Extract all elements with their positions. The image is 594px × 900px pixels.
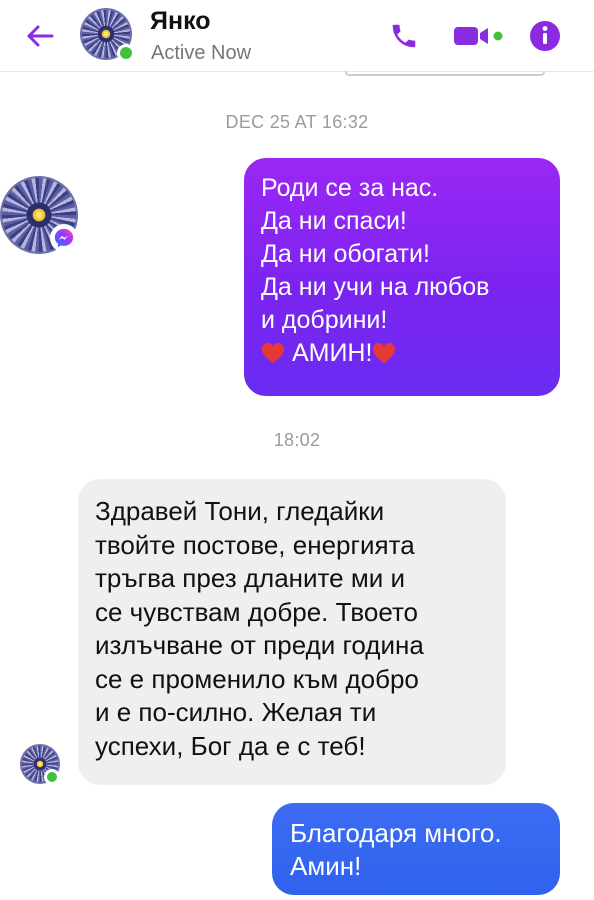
message-line: тръгва през дланите ми и	[95, 563, 406, 593]
message-line: се чувствам добре. Твоето	[95, 596, 419, 627]
messenger-chat-screen: Янко Active Now DEC 25 AT 16:32 Роди се …	[0, 0, 594, 900]
heart-icon	[372, 342, 396, 364]
sent-message-bubble[interactable]: Благодаря много. Амин!	[272, 803, 560, 895]
contact-status: Active Now	[151, 42, 252, 64]
scrolled-message-edge	[345, 71, 545, 76]
info-button[interactable]	[525, 16, 565, 56]
online-indicator	[44, 769, 60, 785]
received-message-bubble[interactable]: Здравей Тони, гледайки твойте постове, е…	[78, 479, 506, 785]
message-line: Да ни спаси!	[261, 207, 407, 235]
message-line: Благодаря много.	[290, 818, 502, 848]
online-indicator	[117, 44, 135, 62]
message-timestamp: DEC 25 AT 16:32	[225, 112, 369, 132]
message-word: АМИН!	[291, 339, 373, 367]
message-line: Здравей Тони, гледайки	[95, 496, 385, 526]
message-line: успехи, Бог да е с теб!	[95, 730, 366, 761]
contact-name[interactable]: Янко	[150, 7, 211, 36]
message-line: Амин!	[290, 851, 362, 881]
message-timestamp: 18:02	[273, 430, 321, 450]
heart-icon	[261, 342, 285, 364]
message-line: Да ни обогати!	[261, 240, 430, 268]
video-camera-icon	[454, 27, 503, 45]
message-line: излъчване от преди година	[95, 630, 424, 660]
chat-header: Янко Active Now	[0, 0, 594, 72]
message-line: и е по-силно. Желая ти	[95, 697, 377, 727]
sent-message-bubble[interactable]: Роди се за нас. Да ни спаси! Да ни обога…	[244, 158, 560, 396]
back-button[interactable]	[22, 18, 58, 54]
video-call-button[interactable]	[452, 18, 508, 54]
phone-icon	[392, 24, 416, 48]
back-arrow-icon	[27, 25, 54, 47]
info-icon	[530, 21, 560, 51]
message-line: Роди се за нас.	[261, 174, 439, 202]
message-line: и добрини!	[261, 306, 388, 334]
messenger-icon	[54, 228, 74, 248]
message-line: се е променило към добро	[95, 663, 419, 694]
messenger-badge	[50, 224, 78, 252]
message-line: твойте постове, енергията	[95, 529, 415, 560]
call-button[interactable]	[384, 16, 424, 56]
message-line: Да ни учи на любов	[261, 273, 490, 301]
message-line-amen: АМИН!	[261, 337, 544, 370]
